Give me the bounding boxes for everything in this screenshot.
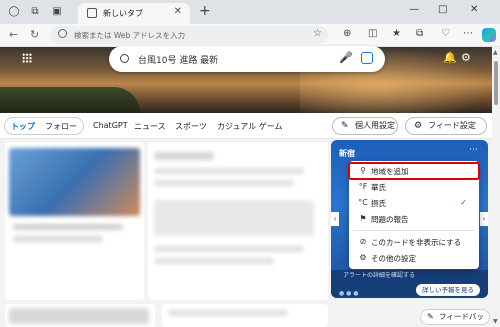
tab-title: 新しいタブ bbox=[103, 9, 143, 18]
fahrenheit-icon: °F bbox=[358, 182, 368, 191]
menu-item-label: その他の設定 bbox=[371, 254, 416, 263]
notifications-bell-icon[interactable]: 🔔 bbox=[443, 51, 457, 64]
minimize-icon[interactable]: — bbox=[409, 4, 419, 15]
celsius-icon: °C bbox=[358, 198, 368, 207]
address-placeholder: 検索または Web アドレスを入力 bbox=[74, 31, 186, 40]
carousel-next-icon[interactable]: › bbox=[480, 212, 488, 226]
news-image bbox=[154, 200, 314, 236]
hide-icon: ⊘ bbox=[359, 237, 367, 246]
page-settings-gear-icon[interactable]: ⚙ bbox=[461, 51, 471, 64]
close-tab-icon[interactable]: ✕ bbox=[174, 6, 182, 17]
search-query: 台風10号 進路 最新 bbox=[138, 56, 219, 66]
tab-chatgpt[interactable]: ChatGPT bbox=[93, 121, 128, 130]
tab-actions-icon[interactable]: ▣ bbox=[50, 5, 64, 19]
feed-settings-button[interactable]: ⚙ フィード設定 bbox=[405, 117, 487, 135]
tab-casual-games[interactable]: カジュアル ゲーム bbox=[217, 121, 283, 132]
tab-sports[interactable]: スポーツ bbox=[175, 121, 207, 132]
collections-icon[interactable]: ⧉ bbox=[416, 28, 423, 39]
headline-line bbox=[154, 180, 294, 186]
personalize-button[interactable]: ✎ 個人用設定 bbox=[332, 117, 398, 135]
favorites-icon[interactable]: ★ bbox=[392, 28, 401, 39]
menu-item-label: 華氏 bbox=[371, 183, 386, 192]
feed-settings-label: フィード設定 bbox=[428, 121, 476, 130]
scroll-down-icon[interactable]: ▼ bbox=[493, 318, 498, 325]
app-launcher-icon[interactable] bbox=[22, 53, 32, 63]
news-image bbox=[9, 148, 140, 216]
tab-top[interactable]: トップ bbox=[11, 121, 35, 132]
browser-toolbar: ← ↻ 検索または Web アドレスを入力 ☆ ⊕ ◫ ★ ⧉ ♡ ⋯ bbox=[0, 24, 500, 47]
headline-line bbox=[154, 258, 274, 264]
tab-strip: ◯ ⧉ ▣ 新しいタブ ✕ + — □ ✕ bbox=[0, 0, 500, 24]
page-scrollbar[interactable]: ▲ ▼ bbox=[492, 47, 500, 327]
visual-search-icon[interactable] bbox=[361, 52, 373, 64]
headline-line bbox=[154, 246, 304, 252]
search-icon bbox=[120, 54, 129, 63]
back-icon[interactable]: ← bbox=[9, 28, 18, 41]
news-card[interactable] bbox=[5, 142, 144, 300]
feed-settings-icon: ⚙ bbox=[414, 121, 423, 131]
news-card[interactable] bbox=[5, 304, 155, 327]
menu-item-label: 摂氏 bbox=[371, 199, 386, 208]
detailed-forecast-button[interactable]: 詳しい予報を見る bbox=[416, 284, 480, 296]
feed-navigation: トップ フォロー ChatGPT ニュース スポーツ カジュアル ゲーム ✎ 個… bbox=[0, 113, 492, 139]
menu-item-celsius[interactable]: °C 摂氏 ✓ bbox=[349, 195, 479, 211]
refresh-icon[interactable]: ↻ bbox=[30, 28, 39, 41]
menu-item-more-settings[interactable]: ⚙ その他の設定 bbox=[349, 250, 479, 266]
news-image bbox=[9, 308, 149, 324]
menu-item-fahrenheit[interactable]: °F 華氏 bbox=[349, 179, 479, 195]
menu-item-label: 問題の報告 bbox=[371, 215, 409, 224]
headline-line bbox=[13, 236, 103, 242]
weather-context-menu: ⚲ 地域を追加 °F 華氏 °C 摂氏 ✓ ⚑ 問題の報告 ⊘ このカードを非表… bbox=[348, 161, 480, 269]
menu-item-report-problem[interactable]: ⚑ 問題の報告 bbox=[349, 211, 479, 227]
personalize-icon: ✎ bbox=[341, 121, 349, 131]
headline-line bbox=[13, 224, 123, 230]
new-tab-favicon-icon bbox=[87, 8, 97, 18]
copilot-icon[interactable] bbox=[482, 28, 496, 42]
tab-news[interactable]: ニュース bbox=[134, 121, 166, 132]
headline-line bbox=[154, 168, 304, 174]
headline-line bbox=[154, 152, 214, 160]
menu-item-add-location[interactable]: ⚲ 地域を追加 bbox=[348, 162, 480, 180]
microphone-icon[interactable]: 🎤 bbox=[339, 51, 353, 64]
location-add-icon: ⚲ bbox=[360, 166, 366, 175]
flag-icon: ⚑ bbox=[359, 214, 367, 223]
scroll-up-icon[interactable]: ▲ bbox=[493, 49, 498, 56]
tab-follow[interactable]: フォロー bbox=[45, 121, 77, 132]
shoreline bbox=[0, 87, 140, 113]
gear-icon: ⚙ bbox=[359, 253, 367, 262]
scrollbar-thumb[interactable] bbox=[494, 61, 498, 105]
carousel-prev-icon[interactable]: ‹ bbox=[331, 212, 339, 226]
weather-location[interactable]: 新宿 bbox=[339, 148, 355, 159]
carousel-dots: ● ● ● bbox=[339, 290, 359, 297]
window-close-icon[interactable]: ✕ bbox=[470, 4, 478, 15]
web-search-box[interactable]: 台風10号 進路 最新 🎤 bbox=[109, 46, 385, 72]
feedback-button[interactable]: ✎ フィードバック bbox=[420, 309, 490, 327]
split-screen-icon[interactable]: ◫ bbox=[368, 28, 377, 39]
headline-line bbox=[168, 310, 288, 316]
more-menu-icon[interactable]: ⋯ bbox=[463, 28, 473, 39]
extensions-icon[interactable]: ⊕ bbox=[343, 28, 351, 39]
workspaces-icon[interactable]: ⧉ bbox=[28, 5, 42, 19]
tab-new-tab[interactable]: 新しいタブ ✕ bbox=[78, 3, 190, 24]
news-card[interactable] bbox=[162, 304, 328, 327]
address-bar[interactable]: 検索または Web アドレスを入力 ☆ bbox=[50, 26, 328, 44]
browser-essentials-icon[interactable]: ♡ bbox=[441, 28, 450, 39]
personalize-label: 個人用設定 bbox=[355, 121, 395, 130]
search-icon bbox=[58, 29, 67, 38]
favorite-star-icon[interactable]: ☆ bbox=[313, 28, 322, 39]
maximize-icon[interactable]: □ bbox=[438, 4, 447, 15]
menu-item-label: 地域を追加 bbox=[371, 167, 409, 176]
menu-divider bbox=[353, 230, 475, 231]
weather-alert-link[interactable]: アラートの詳細を確認する bbox=[343, 270, 415, 279]
news-card[interactable] bbox=[148, 142, 328, 300]
feedback-icon: ✎ bbox=[427, 312, 434, 321]
menu-item-label: このカードを非表示にする bbox=[371, 238, 462, 247]
profile-icon[interactable]: ◯ bbox=[7, 5, 21, 19]
weather-more-options-icon[interactable]: ⋯ bbox=[469, 145, 478, 155]
menu-item-hide-card[interactable]: ⊘ このカードを非表示にする bbox=[349, 234, 479, 250]
feedback-label: フィードバック bbox=[439, 312, 484, 327]
new-tab-plus-icon[interactable]: + bbox=[199, 3, 211, 19]
checkmark-icon: ✓ bbox=[460, 198, 467, 207]
